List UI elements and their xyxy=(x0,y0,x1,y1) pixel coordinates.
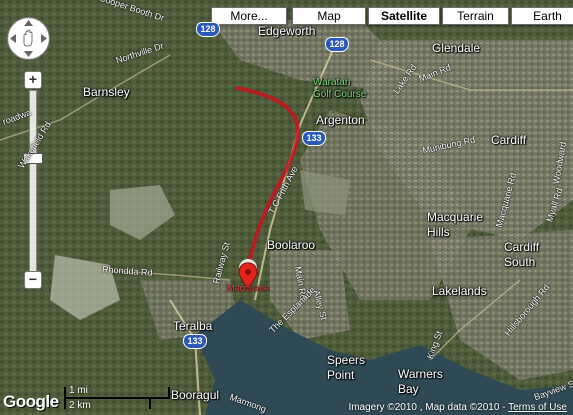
place-label: Lakelands xyxy=(432,284,487,298)
place-label: Glendale xyxy=(432,41,481,55)
park-label: Waratah Golf Course xyxy=(313,77,367,100)
marker-label: Macquarie xyxy=(227,283,270,293)
route-shield-128: 128 xyxy=(196,22,220,37)
pan-control-icon[interactable] xyxy=(6,16,51,61)
place-label: Argenton xyxy=(316,113,365,127)
google-logo[interactable]: Google xyxy=(3,392,59,412)
place-label: Boolaroo xyxy=(267,238,316,252)
route-shield-133: 133 xyxy=(183,334,207,349)
scale-km: 2 km xyxy=(69,400,91,411)
scale-bar: 1 mi 2 km xyxy=(64,385,174,411)
satellite-map[interactable]: More... Map Satellite Terrain Earth + − … xyxy=(0,0,573,415)
terms-of-use-link[interactable]: Terms of Use xyxy=(508,402,567,413)
place-label: Barnsley xyxy=(83,85,130,99)
map-imagery[interactable] xyxy=(0,0,573,415)
zoom-out-button[interactable]: − xyxy=(24,271,42,289)
place-label: Cardiff xyxy=(491,133,527,147)
more-button[interactable]: More... xyxy=(211,7,287,25)
map-type-earth-button[interactable]: Earth xyxy=(511,7,573,25)
map-type-satellite-button[interactable]: Satellite xyxy=(368,7,440,25)
place-label: Teralba xyxy=(173,319,213,333)
scale-miles: 1 mi xyxy=(69,385,88,396)
map-type-terrain-button[interactable]: Terrain xyxy=(442,7,509,25)
zoom-in-button[interactable]: + xyxy=(24,71,42,89)
place-label: Booragul xyxy=(171,388,220,402)
map-type-map-button[interactable]: Map xyxy=(292,7,366,25)
place-label: Macquarie Hills xyxy=(427,210,484,239)
place-label: Cardiff South xyxy=(504,240,540,269)
map-type-control: More... Map Satellite Terrain Earth xyxy=(211,7,573,25)
attribution: Imagery ©2010 , Map data ©2010 - Terms o… xyxy=(348,402,567,413)
route-shield-133: 133 xyxy=(302,131,326,146)
place-label: Speers Point xyxy=(327,353,366,382)
route-shield-128: 128 xyxy=(325,37,349,52)
place-label: Edgeworth xyxy=(258,24,316,38)
place-label: Warners Bay xyxy=(398,367,443,396)
attribution-text: Imagery ©2010 , Map data ©2010 - xyxy=(348,402,509,413)
